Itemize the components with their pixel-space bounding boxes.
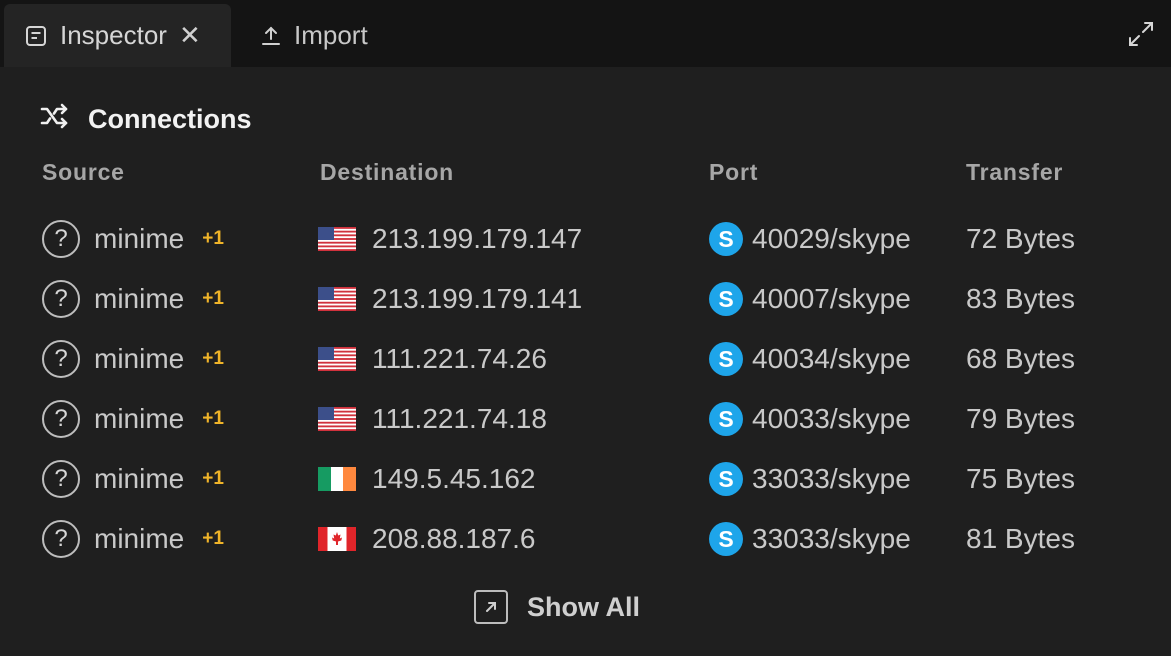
source-name: minime bbox=[94, 343, 185, 374]
transfer-cell: 83 Bytes bbox=[966, 269, 1075, 329]
skype-icon: S bbox=[709, 402, 743, 436]
skype-icon: S bbox=[709, 222, 743, 256]
transfer-cell: 81 Bytes bbox=[966, 509, 1075, 569]
us-flag-icon bbox=[318, 287, 372, 311]
external-link-icon bbox=[474, 590, 508, 624]
source-name: minime bbox=[94, 283, 185, 314]
unknown-app-icon: ? bbox=[42, 220, 80, 258]
transfer-cell: 68 Bytes bbox=[966, 329, 1075, 389]
extra-count-badge[interactable]: +1 bbox=[202, 468, 224, 490]
show-all-label: Show All bbox=[527, 591, 640, 622]
destination-ip: 213.199.179.147 bbox=[372, 223, 583, 254]
port-value: 40034/skype bbox=[752, 343, 911, 374]
destination-ip: 208.88.187.6 bbox=[372, 523, 536, 554]
transfer-cell: 79 Bytes bbox=[966, 389, 1075, 449]
unknown-app-icon: ? bbox=[42, 340, 80, 378]
source-name: minime bbox=[94, 223, 185, 254]
port-cell: S 33033/skype bbox=[709, 449, 911, 509]
port-cell: S 40034/skype bbox=[709, 329, 911, 389]
shuffle-icon bbox=[40, 103, 88, 136]
unknown-app-icon: ? bbox=[42, 400, 80, 438]
us-flag-icon bbox=[318, 227, 372, 251]
destination-ip: 149.5.45.162 bbox=[372, 463, 536, 494]
close-icon[interactable]: ✕ bbox=[179, 20, 201, 51]
transfer-value: 81 Bytes bbox=[966, 523, 1075, 554]
document-icon bbox=[24, 24, 48, 48]
transfer-cell: 72 Bytes bbox=[966, 209, 1075, 269]
connection-row[interactable]: ? minime +1 213.199.179.141 S 40007/skype 83 B… bbox=[0, 269, 1171, 329]
port-cell: S 40029/skype bbox=[709, 209, 911, 269]
source-cell: ? minime +1 bbox=[42, 269, 224, 329]
skype-icon: S bbox=[709, 282, 743, 316]
unknown-app-icon: ? bbox=[42, 280, 80, 318]
tab-inspector-label: Inspector bbox=[60, 20, 167, 50]
port-cell: S 40033/skype bbox=[709, 389, 911, 449]
port-value: 33033/skype bbox=[752, 463, 911, 494]
source-name: minime bbox=[94, 463, 185, 494]
destination-cell: 111.221.74.26 bbox=[318, 329, 547, 389]
us-flag-icon bbox=[318, 347, 372, 371]
tab-import[interactable]: Import bbox=[260, 4, 368, 67]
port-value: 40007/skype bbox=[752, 283, 911, 314]
destination-cell: 208.88.187.6 bbox=[318, 509, 536, 569]
connection-row[interactable]: ? minime +1 111.221.74.18 S 40033/skype 79 Byt… bbox=[0, 389, 1171, 449]
skype-icon: S bbox=[709, 342, 743, 376]
transfer-value: 68 Bytes bbox=[966, 343, 1075, 374]
transfer-value: 75 Bytes bbox=[966, 463, 1075, 494]
source-cell: ? minime +1 bbox=[42, 449, 224, 509]
unknown-app-icon: ? bbox=[42, 460, 80, 498]
tab-import-label: Import bbox=[294, 20, 368, 50]
port-cell: S 40007/skype bbox=[709, 269, 911, 329]
extra-count-badge[interactable]: +1 bbox=[202, 528, 224, 550]
source-name: minime bbox=[94, 403, 185, 434]
inspector-panel: Connections Source Destination Port Tran… bbox=[0, 67, 1171, 656]
destination-ip: 111.221.74.18 bbox=[372, 403, 547, 434]
source-cell: ? minime +1 bbox=[42, 329, 224, 389]
extra-count-badge[interactable]: +1 bbox=[202, 408, 224, 430]
connection-row[interactable]: ? minime +1 111.221.74.26 S 40034/skype 68 Byt… bbox=[0, 329, 1171, 389]
ireland-flag-icon bbox=[318, 467, 372, 491]
column-header-port[interactable]: Port bbox=[709, 159, 758, 186]
destination-cell: 213.199.179.147 bbox=[318, 209, 582, 269]
unknown-app-icon: ? bbox=[42, 520, 80, 558]
skype-icon: S bbox=[709, 522, 743, 556]
destination-cell: 213.199.179.141 bbox=[318, 269, 582, 329]
canada-flag-icon bbox=[318, 527, 372, 551]
source-cell: ? minime +1 bbox=[42, 509, 224, 569]
destination-ip: 111.221.74.26 bbox=[372, 343, 547, 374]
destination-cell: 149.5.45.162 bbox=[318, 449, 536, 509]
port-cell: S 33033/skype bbox=[709, 509, 911, 569]
destination-cell: 111.221.74.18 bbox=[318, 389, 547, 449]
column-header-source[interactable]: Source bbox=[42, 159, 125, 186]
extra-count-badge[interactable]: +1 bbox=[202, 348, 224, 370]
skype-icon: S bbox=[709, 462, 743, 496]
connection-row[interactable]: ? minime +1 208.88.187.6 S 33033/skype 81 Byte… bbox=[0, 509, 1171, 569]
transfer-value: 72 Bytes bbox=[966, 223, 1075, 254]
source-cell: ? minime +1 bbox=[42, 389, 224, 449]
upload-icon bbox=[260, 25, 282, 47]
connection-row[interactable]: ? minime +1 149.5.45.162 S 33033/skype 75 Byte… bbox=[0, 449, 1171, 509]
transfer-value: 79 Bytes bbox=[966, 403, 1075, 434]
connection-row[interactable]: ? minime +1 213.199.179.147 S 40029/skype 72 B… bbox=[0, 209, 1171, 269]
section-title: Connections bbox=[88, 104, 252, 134]
tab-inspector[interactable]: Inspector ✕ bbox=[4, 4, 231, 67]
us-flag-icon bbox=[318, 407, 372, 431]
column-header-destination[interactable]: Destination bbox=[320, 159, 454, 186]
destination-ip: 213.199.179.141 bbox=[372, 283, 583, 314]
transfer-value: 83 Bytes bbox=[966, 283, 1075, 314]
extra-count-badge[interactable]: +1 bbox=[202, 228, 224, 250]
transfer-cell: 75 Bytes bbox=[966, 449, 1075, 509]
section-header: Connections bbox=[40, 103, 252, 136]
source-name: minime bbox=[94, 523, 185, 554]
tab-bar: Inspector ✕ Import bbox=[0, 0, 1171, 67]
port-value: 40033/skype bbox=[752, 403, 911, 434]
extra-count-badge[interactable]: +1 bbox=[202, 288, 224, 310]
expand-icon[interactable] bbox=[1125, 18, 1157, 50]
source-cell: ? minime +1 bbox=[42, 209, 224, 269]
show-all-button[interactable]: Show All bbox=[474, 588, 640, 626]
column-header-transfer[interactable]: Transfer bbox=[966, 159, 1063, 186]
port-value: 33033/skype bbox=[752, 523, 911, 554]
port-value: 40029/skype bbox=[752, 223, 911, 254]
